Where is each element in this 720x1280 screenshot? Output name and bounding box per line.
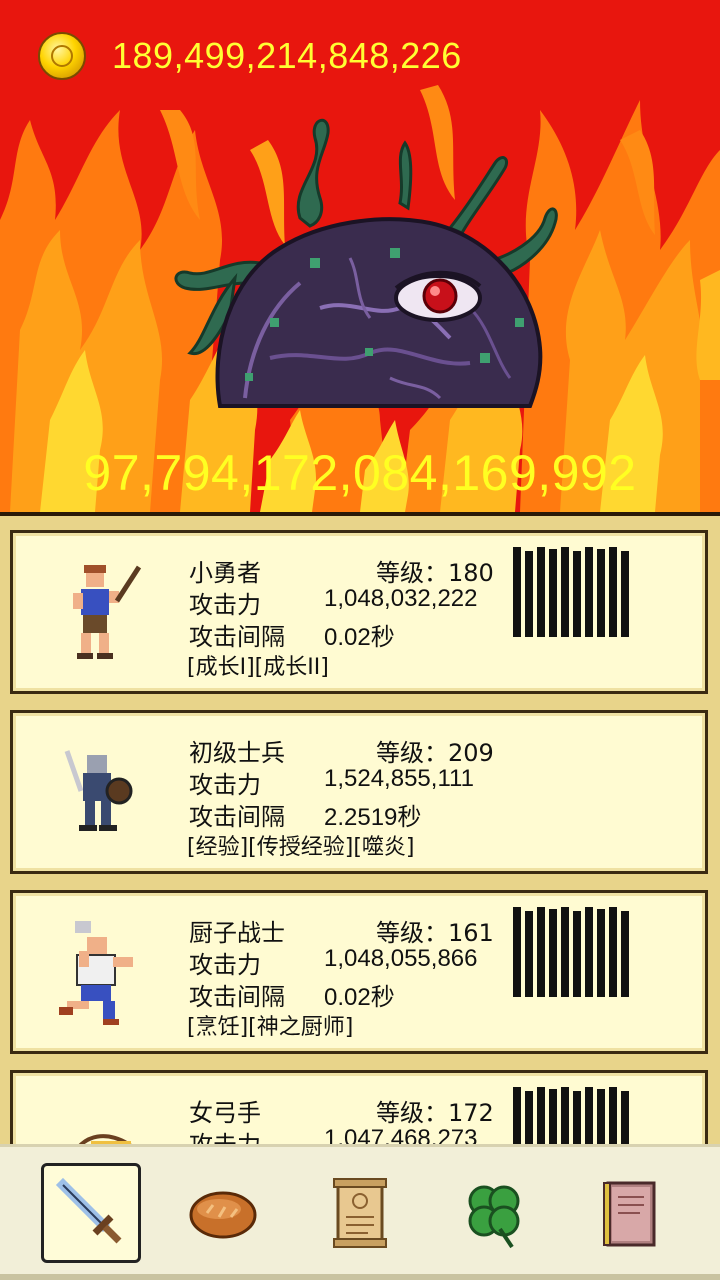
gold-display: 189,499,214,848,226 [38, 28, 462, 84]
boss-hp: 97,794,172,084,169,992 [83, 445, 637, 501]
hero-card[interactable]: 厨子战士 等级：161 攻击力 1,048,055,866 攻击间隔 0.02秒… [10, 890, 708, 1054]
hero-skills: [成长I][成长II] [187, 655, 329, 680]
hero-name: 小勇者 [189, 559, 261, 587]
hero-name: 初级士兵 [189, 739, 285, 767]
hero-skills: [烹饪][神之厨师] [187, 1015, 354, 1040]
attack-label: 攻击力 [189, 1125, 261, 1144]
upgrade-cost-glitched[interactable] [511, 547, 637, 643]
interval-value: 0.02秒 [324, 624, 395, 651]
attack-value: 1,048,032,222 [324, 585, 478, 612]
bread-icon [189, 1191, 257, 1239]
hero-card[interactable]: 女弓手 等级：172 攻击力 1,047,468,273 [10, 1070, 708, 1144]
young-hero-sprite [73, 565, 142, 659]
tab-heroes[interactable] [41, 1163, 141, 1263]
female-archer-sprite [78, 1134, 132, 1144]
interval-label: 攻击间隔 [189, 983, 285, 1011]
tab-luck[interactable] [444, 1163, 544, 1263]
chef-warrior-sprite [59, 921, 133, 1025]
hero-list[interactable]: 小勇者 等级：180 攻击力 1,048,032,222 攻击间隔 0.02秒 … [0, 512, 720, 1144]
tab-scroll[interactable] [310, 1163, 410, 1263]
interval-label: 攻击间隔 [189, 623, 285, 651]
scroll-icon [333, 1178, 387, 1248]
hero-level: 等级：209 [376, 739, 494, 767]
interval-value: 0.02秒 [324, 984, 395, 1011]
hero-card[interactable]: 初级士兵 等级：209 攻击力 1,524,855,111 攻击间隔 2.251… [10, 710, 708, 874]
boss-monster[interactable] [150, 108, 570, 412]
hero-name: 厨子战士 [189, 919, 285, 947]
gold-amount: 189,499,214,848,226 [112, 35, 462, 76]
attack-label: 攻击力 [189, 951, 261, 979]
soldier-sprite [64, 750, 133, 831]
tab-book[interactable] [580, 1163, 680, 1263]
attack-label: 攻击力 [189, 771, 261, 799]
upgrade-cost-glitched[interactable] [511, 1087, 637, 1144]
attack-value: 1,048,055,866 [324, 945, 478, 972]
interval-value: 2.2519秒 [324, 804, 422, 831]
clover-icon [468, 1185, 520, 1249]
sword-icon [55, 1177, 122, 1244]
gold-coin-icon [38, 32, 86, 80]
tab-food[interactable] [173, 1163, 273, 1263]
attack-value: 1,047,468,273 [324, 1125, 478, 1144]
hero-level: 等级：161 [376, 919, 494, 947]
upgrade-cost-glitched[interactable] [511, 907, 637, 1003]
hero-card[interactable]: 小勇者 等级：180 攻击力 1,048,032,222 攻击间隔 0.02秒 … [10, 530, 708, 694]
attack-label: 攻击力 [189, 591, 261, 619]
bottom-divider [0, 1274, 720, 1280]
bottom-toolbar [0, 1144, 720, 1280]
hero-skills: [经验][传授经验][噬炎] [187, 835, 415, 860]
interval-label: 攻击间隔 [189, 803, 285, 831]
hero-level: 等级：172 [376, 1099, 494, 1127]
hero-name: 女弓手 [189, 1099, 261, 1127]
attack-value: 1,524,855,111 [324, 765, 474, 792]
book-icon [603, 1181, 656, 1247]
hero-level: 等级：180 [376, 559, 494, 587]
battle-area[interactable]: 189,499,214,848,226 97,794,172,084,169,9… [0, 0, 720, 512]
